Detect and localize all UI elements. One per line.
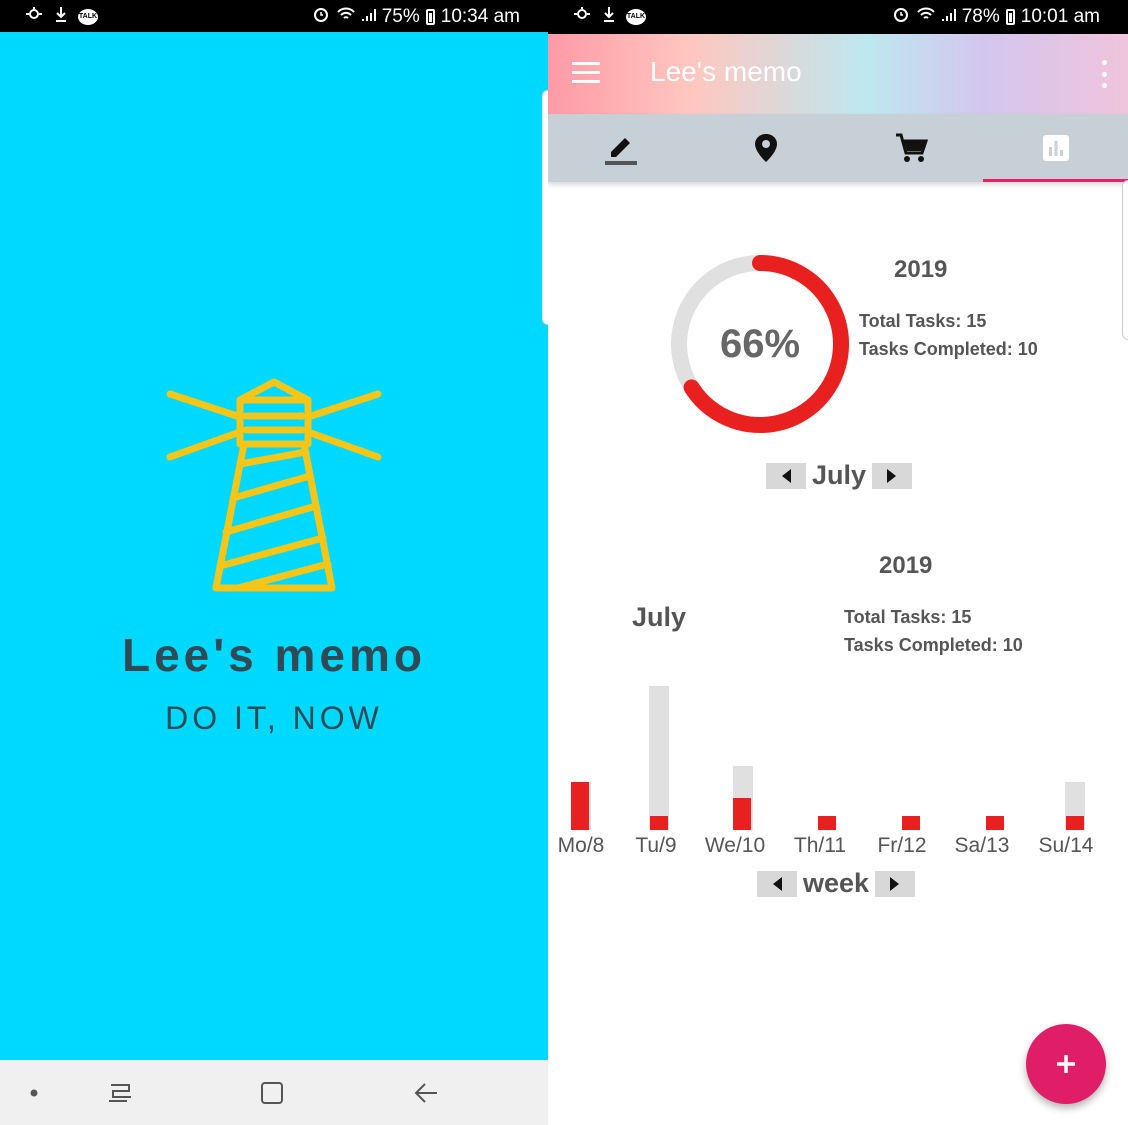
wifi-icon [336,6,356,28]
menu-icon[interactable] [572,62,600,84]
signal-icon [941,6,956,28]
tab-location[interactable] [693,114,838,182]
completion-donut-chart: 66% [666,250,854,438]
recent-apps-icon[interactable] [102,1076,138,1110]
app-bar: Lee's memo [548,34,1128,114]
clock: 10:01 am [1020,6,1100,27]
week-label: week [803,868,870,898]
day-label: We/10 [705,834,765,857]
next-month-button[interactable] [872,462,913,489]
shopping-cart-icon [895,133,928,162]
week-pager: week [757,868,916,899]
completed-tasks-bar [986,816,1004,830]
nav-dot-icon[interactable] [16,1076,52,1110]
total-tasks-bar [649,686,669,830]
status-bar: TALK 78% 10:01 am [548,0,1128,34]
lighthouse-logo [166,378,382,592]
caret-left-icon [773,876,782,891]
prev-month-button[interactable] [766,462,806,489]
alarm-icon [312,5,330,29]
weekly-bar-chart: Mo/8 Tu/9 We/10 Th/11 Fr/12 Sa/13 Su/14 [558,686,1094,857]
completed-tasks-bar [571,782,589,830]
bar-chart-icon [1042,135,1069,161]
talk-icon: TALK [626,9,646,25]
completed-tasks-bar [902,816,920,830]
pencil-icon [604,138,637,165]
prev-week-button[interactable] [757,870,797,897]
caret-right-icon [890,876,900,891]
location-pin-icon [754,134,777,162]
status-bar: TALK 75% 10:34 am [0,0,548,32]
day-label: Su/14 [1039,834,1094,857]
talk-icon: TALK [78,9,98,25]
caret-right-icon [887,468,897,483]
month-label: July [812,460,867,490]
tab-statistics[interactable] [983,114,1128,182]
day-label: Th/11 [794,834,846,857]
splash-screen: TALK 75% 10:34 am Lee's memo DO IT, NOW [0,0,548,1125]
system-nav-bar [0,1060,548,1125]
weekly-tasks-completed: Tasks Completed: 10 [844,635,1023,655]
download-icon [54,6,68,28]
day-label: Fr/12 [877,834,926,857]
smart-stay-icon [572,6,592,28]
edge-panel-handle[interactable] [1122,180,1128,340]
battery-percent: 75% [381,6,420,27]
battery-icon [1005,9,1015,25]
battery-percent: 78% [961,6,1000,27]
smart-stay-icon [24,6,44,28]
tab-bar [548,114,1128,182]
add-task-button[interactable] [1026,1024,1106,1104]
app-title: Lee's memo [650,56,802,87]
day-label: Tu/9 [635,834,676,857]
home-icon[interactable] [254,1076,290,1110]
monthly-total-tasks: Total Tasks: 15 [859,311,987,331]
overflow-menu-icon[interactable] [1100,60,1108,88]
tab-memo[interactable] [548,114,693,182]
statistics-screen: TALK 78% 10:01 am Lee's memo 66% 2019 To… [548,0,1128,1125]
completed-tasks-bar [1066,816,1084,830]
clock: 10:34 am [440,6,520,27]
battery-icon [425,9,435,25]
tab-shopping[interactable] [838,114,983,182]
alarm-icon [892,5,910,29]
plus-icon [1057,1055,1075,1073]
weekly-month: July [632,602,687,632]
day-label: Mo/8 [558,834,605,857]
caret-left-icon [782,468,791,483]
wifi-icon [916,6,936,28]
splash-subtitle: DO IT, NOW [165,700,383,736]
completed-tasks-bar [650,816,668,830]
completed-tasks-bar [733,798,751,830]
month-pager: July [766,460,913,491]
signal-icon [361,6,376,28]
day-label: Sa/13 [955,834,1010,857]
weekly-total-tasks: Total Tasks: 15 [844,607,972,627]
back-icon[interactable] [408,1076,444,1110]
download-icon [602,6,616,28]
weekly-year: 2019 [879,552,933,579]
splash-title: Lee's memo [121,629,427,681]
next-week-button[interactable] [875,870,916,897]
completed-tasks-bar [818,816,836,830]
completion-percent: 66% [719,321,801,366]
monthly-year: 2019 [894,256,948,283]
monthly-tasks-completed: Tasks Completed: 10 [859,339,1038,359]
tab-indicator [983,179,1128,182]
